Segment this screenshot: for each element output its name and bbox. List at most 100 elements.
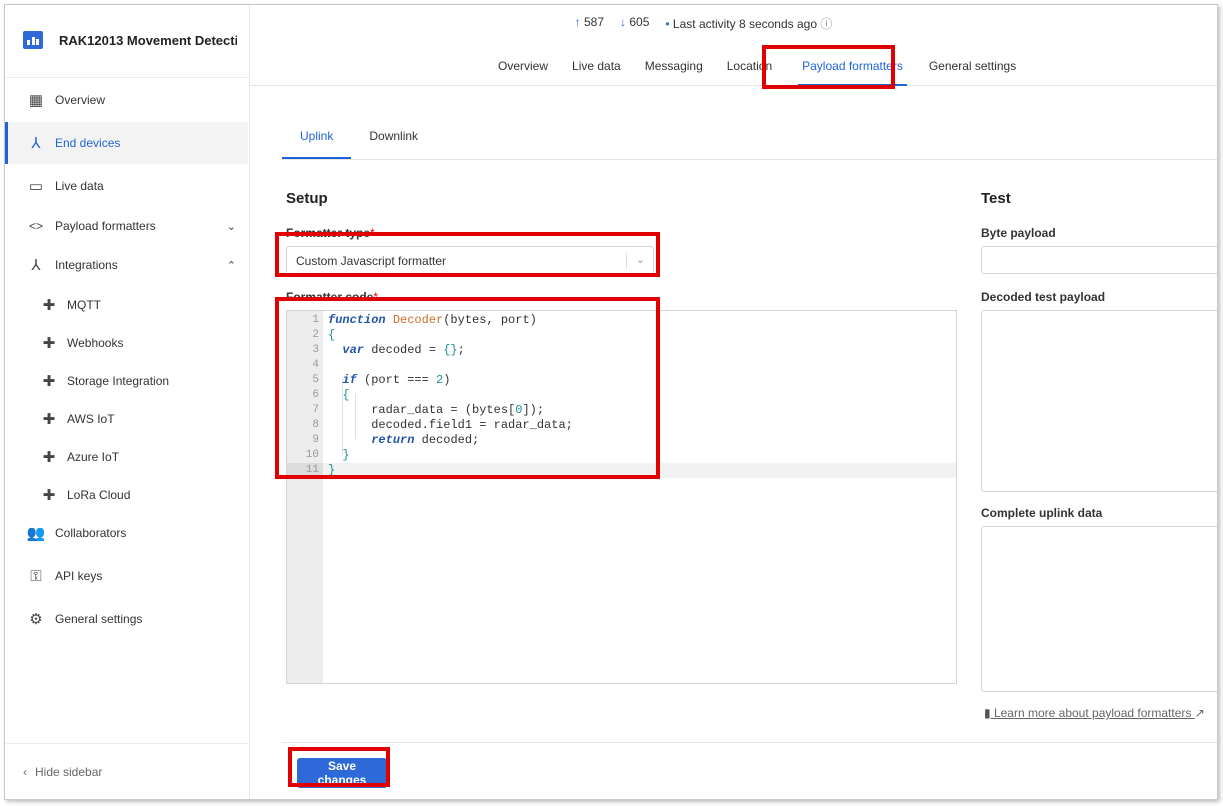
code-line-current: 11} [287, 463, 956, 478]
help-icon[interactable]: ⓘ [820, 17, 832, 31]
code-text: decoded.field1 = radar_data; [328, 418, 573, 432]
live-data-icon: ▭ [28, 178, 44, 195]
learn-more-text: Learn more about payload formatters [993, 706, 1192, 720]
line-number: 11 [287, 463, 323, 478]
tab-messaging[interactable]: Messaging [633, 47, 715, 85]
code-line: 1 function Decoder(bytes, port) [287, 313, 956, 328]
app-logo-icon [23, 31, 43, 49]
device-tabs: Overview Live data Messaging Location Pa… [486, 47, 1028, 86]
external-link-icon: ↗ [1194, 706, 1205, 720]
code-text: return decoded; [371, 433, 480, 447]
sidebar-item-end-devices[interactable]: ⅄ End devices [5, 122, 248, 164]
sidebar-item-azure-iot[interactable]: ✚ Azure IoT [5, 436, 248, 478]
arrow-down-icon: ↓ [620, 15, 626, 29]
sidebar-item-label: General settings [55, 612, 143, 626]
code-text: } [328, 463, 336, 477]
activity-text: Last activity 8 seconds ago [672, 17, 818, 31]
code-text: function Decoder(bytes, port) [328, 313, 537, 327]
sidebar-item-api-keys[interactable]: ⚿ API keys [5, 555, 248, 597]
sidebar-item-lora-cloud[interactable]: ✚ LoRa Cloud [5, 474, 248, 516]
sidebar-item-label: Collaborators [55, 526, 127, 540]
sidebar-item-payload-formatters[interactable]: <> Payload formatters ⌄ [5, 205, 248, 247]
gear-icon: ⚙ [29, 611, 43, 628]
save-changes-button[interactable]: Save changes [297, 758, 387, 788]
main-content: Uplink Downlink Setup Formatter type* Cu… [250, 86, 1217, 799]
code-line: 3 var decoded = {}; [287, 343, 956, 358]
hide-sidebar-label: Hide sidebar [35, 765, 103, 779]
merge-icon: ⅄ [31, 257, 41, 274]
code-editor[interactable]: 1 function Decoder(bytes, port) 2 { 3 var … [286, 310, 957, 684]
complete-uplink-output[interactable] [981, 526, 1217, 692]
chevron-down-icon: ⌄ [226, 220, 236, 233]
line-number: 4 [312, 359, 319, 371]
formatter-type-value: Custom Javascript formatter [296, 254, 447, 268]
decoded-payload-output[interactable] [981, 310, 1217, 492]
arrow-up-icon: ↑ [574, 15, 581, 29]
tab-location[interactable]: Location [715, 47, 784, 85]
line-number: 3 [312, 344, 319, 356]
sidebar-item-label: Integrations [55, 258, 118, 272]
line-number: 2 [312, 329, 319, 341]
line-number: 10 [305, 449, 319, 461]
sidebar-item-webhooks[interactable]: ✚ Webhooks [5, 322, 248, 364]
sidebar-item-label: Azure IoT [67, 450, 120, 464]
tab-live-data[interactable]: Live data [560, 47, 633, 85]
code-text: { [328, 328, 336, 342]
activity-status: • Last activity 8 seconds ago ⓘ [665, 15, 832, 32]
sidebar-item-mqtt[interactable]: ✚ MQTT [5, 284, 248, 326]
code-text: } [342, 448, 350, 462]
formatter-code-label-text: Formatter code [286, 290, 374, 304]
sidebar-item-label: Live data [55, 179, 104, 193]
key-icon: ⚿ [30, 567, 42, 585]
learn-more-link[interactable]: ▮ Learn more about payload formatters ↗ [984, 706, 1205, 720]
formatter-type-select[interactable]: Custom Javascript formatter ⌄ [286, 246, 654, 276]
complete-uplink-label: Complete uplink data [981, 506, 1103, 520]
line-number: 5 [312, 374, 319, 386]
book-icon: ▮ [984, 706, 991, 720]
sidebar-item-general-settings[interactable]: ⚙ General settings [5, 598, 248, 640]
sidebar-item-label: Payload formatters [55, 219, 156, 233]
sidebar-item-overview[interactable]: ▦ Overview [5, 79, 248, 121]
sidebar-item-aws-iot[interactable]: ✚ AWS IoT [5, 398, 248, 440]
code-text: if (port === 2) [342, 373, 451, 387]
downlink-stat: ↓ 605 [620, 15, 649, 32]
line-number: 8 [312, 419, 319, 431]
code-line: 8 decoded.field1 = radar_data; [287, 418, 956, 433]
tab-downlink[interactable]: Downlink [351, 114, 436, 158]
sidebar-item-collaborators[interactable]: 👥 Collaborators [5, 512, 248, 554]
chevron-down-icon: ⌄ [635, 254, 645, 266]
sidebar-item-label: AWS IoT [67, 412, 115, 426]
code-text: radar_data = (bytes[0]); [328, 403, 545, 417]
code-line: 9 return decoded; [287, 433, 956, 448]
sidebar-item-label: Webhooks [67, 336, 124, 350]
hide-sidebar-button[interactable]: ‹ Hide sidebar [5, 743, 248, 799]
sidebar-item-live-data[interactable]: ▭ Live data [5, 165, 248, 207]
status-dot-icon: • [665, 17, 670, 31]
uplink-count: 587 [583, 15, 604, 29]
tab-payload-formatters[interactable]: Payload formatters [788, 47, 917, 86]
app-window: RAK12013 Movement Detectio... ▦ Overview… [4, 4, 1218, 800]
sidebar-item-label: End devices [55, 136, 121, 150]
byte-payload-input[interactable] [981, 246, 1217, 274]
code-line: 4 [287, 358, 956, 373]
puzzle-icon: ✚ [42, 373, 56, 390]
sidebar-item-label: MQTT [67, 298, 101, 312]
sidebar-item-label: LoRa Cloud [67, 488, 131, 502]
form-footer: Save changes [282, 742, 1217, 799]
byte-payload-label: Byte payload [981, 226, 1056, 240]
puzzle-icon: ✚ [42, 411, 56, 428]
code-line: 7 radar_data = (bytes[0]); [287, 403, 956, 418]
required-mark: * [373, 290, 379, 304]
puzzle-icon: ✚ [42, 297, 56, 314]
direction-tabs: Uplink Downlink [282, 114, 1217, 160]
line-number: 1 [312, 314, 319, 326]
app-title: RAK12013 Movement Detectio... [59, 33, 237, 48]
tab-general-settings[interactable]: General settings [917, 47, 1028, 85]
sidebar-item-label: Overview [55, 93, 106, 107]
sidebar-item-storage-integration[interactable]: ✚ Storage Integration [5, 360, 248, 402]
sidebar-item-integrations[interactable]: ⅄ Integrations ⌃ [5, 244, 248, 286]
code-text: var decoded = {}; [342, 343, 465, 357]
code-line: 5 if (port === 2) [287, 373, 956, 388]
tab-uplink[interactable]: Uplink [282, 114, 352, 159]
tab-overview[interactable]: Overview [486, 47, 560, 85]
